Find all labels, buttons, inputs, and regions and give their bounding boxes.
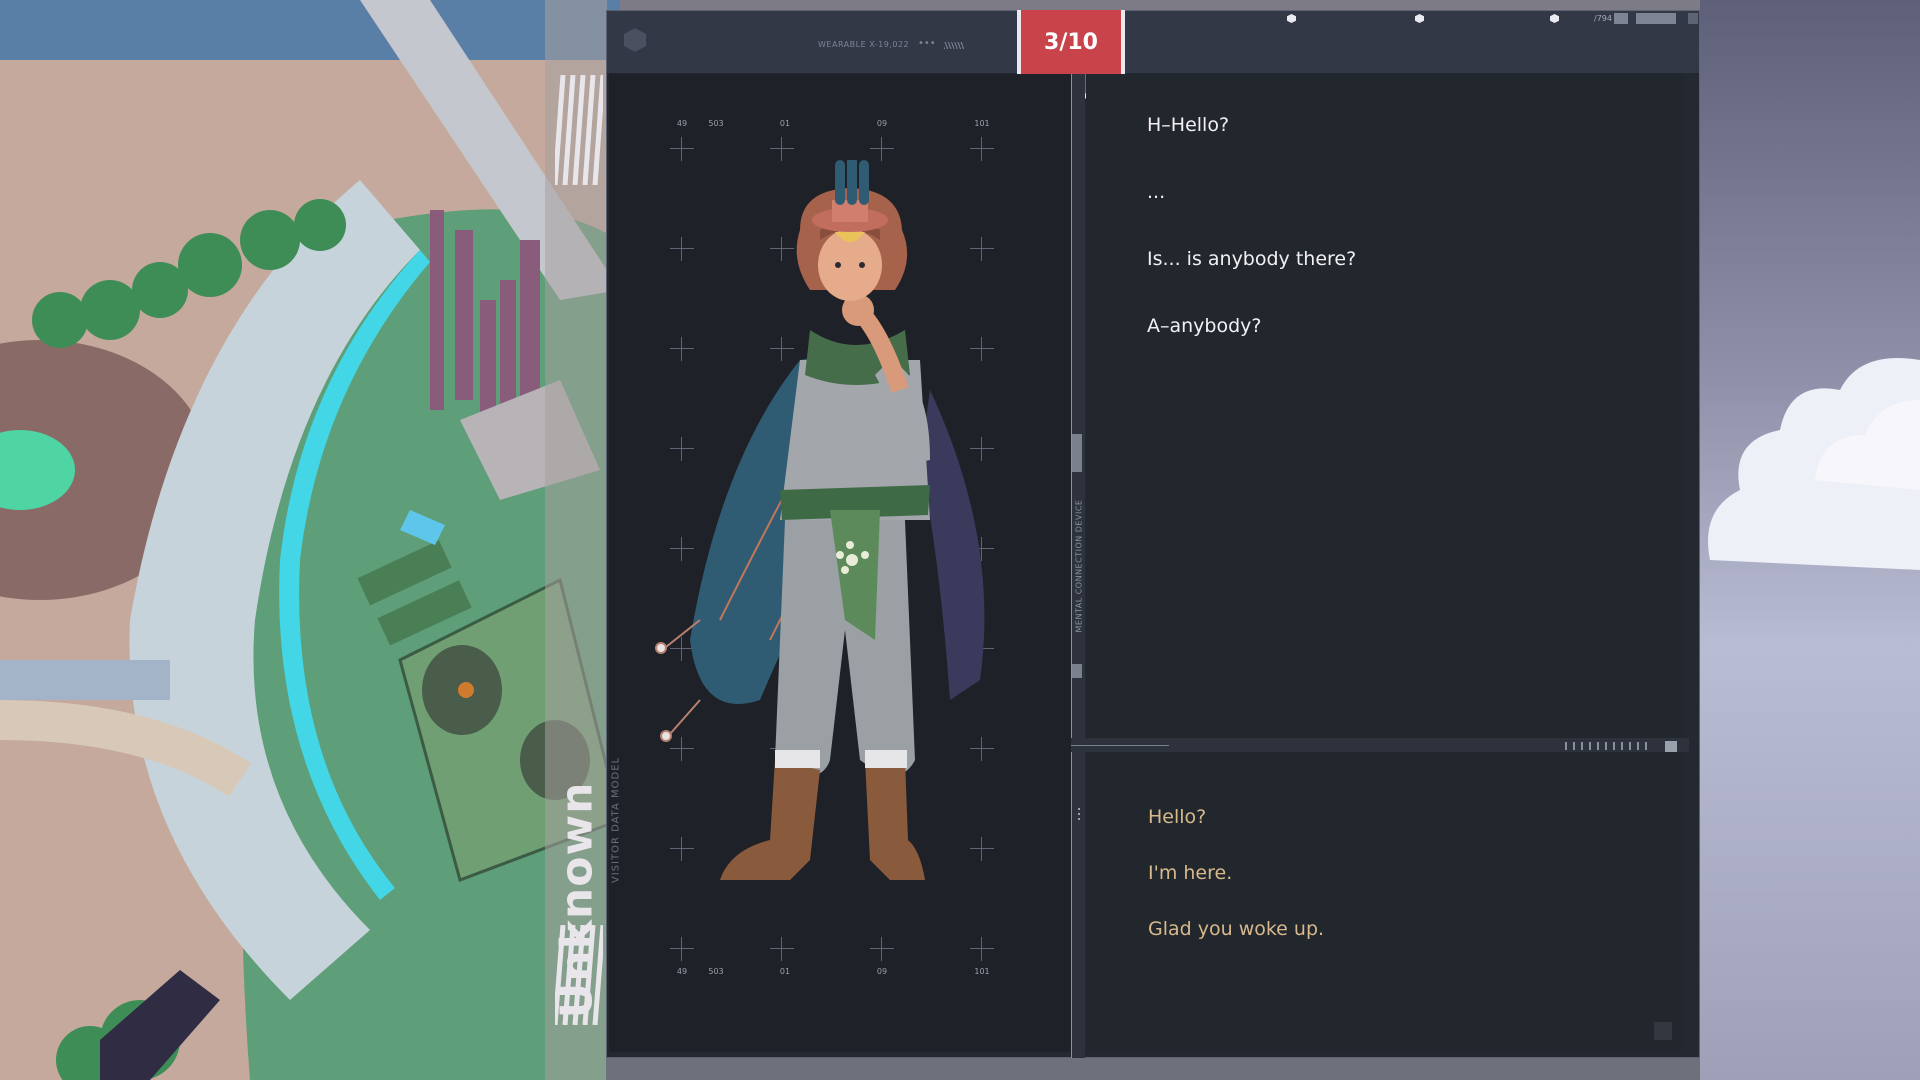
hexagon-icon	[624, 28, 646, 52]
response-option[interactable]: Glad you woke up.	[1148, 918, 1324, 940]
grid-label: 09	[876, 967, 888, 976]
divider-line	[1071, 74, 1072, 1058]
dialogue-line: H–Hello?	[1147, 114, 1230, 136]
visitor-data-model-label: VISITOR DATA MODEL	[610, 756, 622, 884]
vertical-dots-icon	[1078, 808, 1080, 820]
status-block	[1636, 13, 1676, 24]
grid-label: 01	[779, 119, 791, 128]
dialogue-line: Is... is anybody there?	[1147, 248, 1357, 270]
visitor-portrait	[690, 160, 985, 880]
grid-label: 101	[974, 967, 990, 976]
conversation-counter: 3/10	[1044, 30, 1098, 55]
device-dots: •••	[918, 38, 936, 49]
response-option[interactable]: Hello?	[1148, 806, 1206, 828]
grid-label: 503	[708, 967, 724, 976]
divider-handle[interactable]	[1072, 664, 1082, 678]
dialogue-line: A–anybody?	[1147, 315, 1262, 337]
grid-label: 503	[708, 119, 724, 128]
connection-lines	[665, 619, 701, 735]
crosshair-icon	[870, 937, 894, 961]
separator-square	[1665, 741, 1677, 752]
hatch-decoration	[944, 42, 964, 49]
divider-handle[interactable]	[1072, 434, 1082, 472]
response-panel	[1086, 752, 1684, 1050]
dialogue-line: ...	[1147, 181, 1166, 203]
device-code: /794	[1594, 14, 1612, 23]
crosshair-icon	[770, 937, 794, 961]
separator-line	[1071, 745, 1169, 746]
crosshair-icon	[970, 137, 994, 161]
dialogue-panel	[1086, 74, 1684, 738]
bottom-strip	[606, 1058, 1700, 1080]
grid-label: 01	[779, 967, 791, 976]
character-name: Unknown	[551, 781, 603, 1019]
status-block	[1614, 13, 1628, 24]
cloud-shape	[1708, 358, 1920, 570]
grid-label: 101	[974, 119, 990, 128]
crosshair-icon	[670, 937, 694, 961]
grid-label: 49	[676, 119, 688, 128]
crosshair-icon	[670, 137, 694, 161]
grid-label: 09	[876, 119, 888, 128]
status-block	[1688, 13, 1698, 24]
device-label: WEARABLE X-19,022	[818, 40, 910, 49]
crosshair-icon	[970, 937, 994, 961]
crosshair-icon	[770, 137, 794, 161]
mental-connection-label: MENTAL CONNECTION DEVICE	[1074, 499, 1084, 633]
corner-square-icon	[1654, 1022, 1672, 1040]
top-stripes-decoration	[555, 75, 603, 185]
crosshair-icon	[870, 137, 894, 161]
separator-ticks	[1565, 742, 1649, 750]
device-top-bar	[607, 11, 1699, 73]
response-option[interactable]: I'm here.	[1148, 862, 1232, 884]
grid-label: 49	[676, 967, 688, 976]
